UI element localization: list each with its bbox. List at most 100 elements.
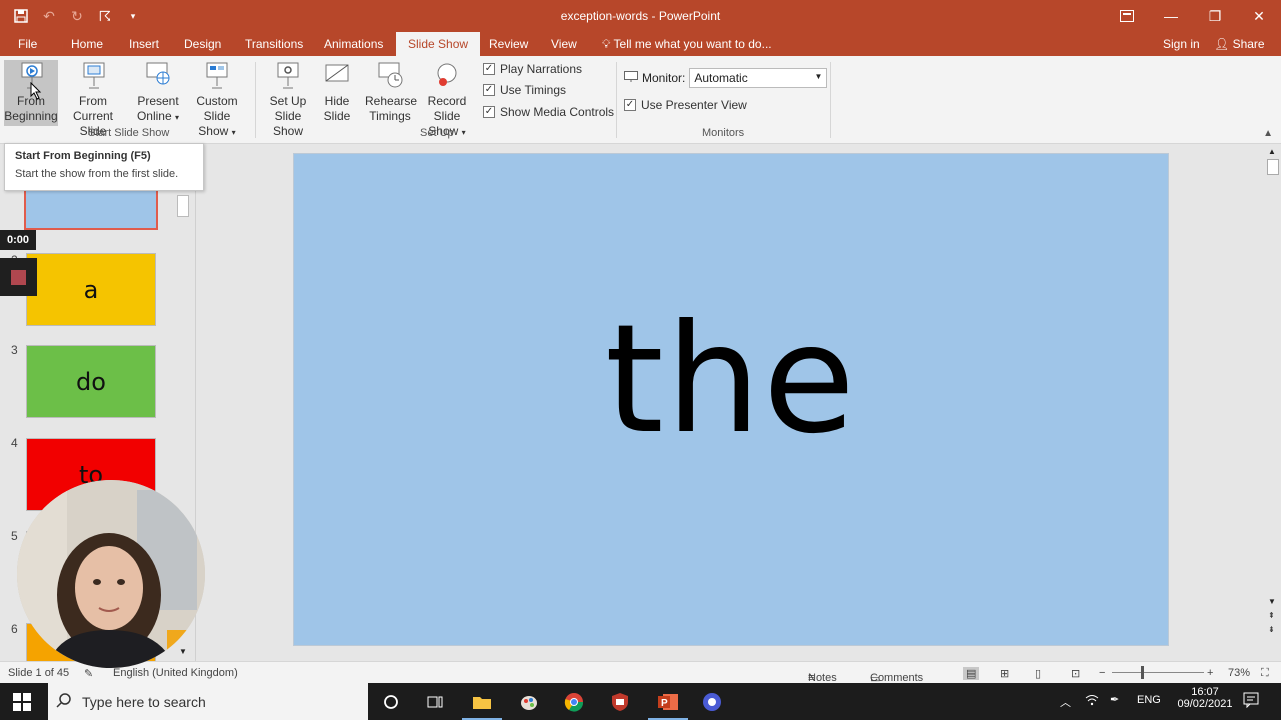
- slide-thumbnail-2[interactable]: a: [26, 253, 156, 326]
- search-icon: [56, 692, 72, 711]
- fit-to-window-icon[interactable]: ⛶: [1261, 667, 1269, 680]
- tab-insert[interactable]: Insert: [129, 37, 159, 51]
- next-slide-icon[interactable]: ⇟: [1268, 625, 1275, 634]
- present-online-icon: [146, 62, 170, 85]
- taskbar-search[interactable]: Type here to search: [48, 683, 368, 720]
- tooltip: Start From Beginning (F5) Start the show…: [4, 143, 204, 191]
- slide-canvas[interactable]: the: [293, 153, 1169, 646]
- slide-number: 6: [11, 622, 18, 636]
- collapse-ribbon-icon[interactable]: ▲: [1263, 128, 1273, 139]
- screen-recorder-icon[interactable]: [701, 691, 723, 713]
- monitor-selector: Monitor: Automatic ▼: [624, 68, 828, 88]
- tab-file[interactable]: File: [18, 37, 37, 51]
- powerpoint-icon[interactable]: P: [656, 691, 680, 713]
- zoom-in-icon[interactable]: +: [1207, 667, 1213, 679]
- tab-view[interactable]: View: [551, 37, 577, 51]
- ribbon-tabs: File Home Insert Design Transitions Anim…: [0, 32, 1281, 56]
- language-indicator[interactable]: English (United Kingdom): [113, 667, 238, 679]
- file-explorer-icon[interactable]: [471, 691, 493, 713]
- checkbox-checked-icon: ✓: [483, 106, 495, 118]
- clock[interactable]: 16:07 09/02/2021: [1177, 686, 1233, 710]
- play-narrations-checkbox[interactable]: ✓ Play Narrations: [483, 62, 582, 76]
- set-up-slide-show-button[interactable]: Set Up Slide Show: [260, 60, 316, 139]
- slide-scrollbar[interactable]: ▲ ▼ ⇞ ⇟: [1265, 145, 1281, 661]
- status-bar: Slide 1 of 45 ✎ English (United Kingdom)…: [0, 661, 1281, 685]
- present-online-button[interactable]: Present Online ▾: [134, 60, 182, 125]
- zoom-out-icon[interactable]: −: [1099, 667, 1105, 679]
- tab-design[interactable]: Design: [184, 37, 221, 51]
- svg-text:P: P: [661, 698, 668, 709]
- pen-icon[interactable]: ✒: [1110, 693, 1119, 706]
- start-slide-show-group-label: Start Slide Show: [88, 127, 170, 139]
- hide-slide-icon: [325, 64, 349, 82]
- restore-icon[interactable]: ❐: [1193, 0, 1237, 32]
- taskbar: Type here to search P ︿ ✒ ENG 16:07 09/0…: [0, 683, 1281, 720]
- tab-transitions[interactable]: Transitions: [245, 37, 303, 51]
- previous-slide-icon[interactable]: ⇞: [1268, 611, 1275, 620]
- monitor-dropdown[interactable]: Automatic ▼: [689, 68, 828, 88]
- person-icon: 👤︎: [1214, 37, 1230, 51]
- presenter-video-image: [17, 480, 205, 668]
- show-hidden-icons-icon[interactable]: ︿: [1060, 694, 1071, 710]
- checkbox-checked-icon: ✓: [483, 63, 495, 75]
- use-presenter-view-checkbox[interactable]: ✓ Use Presenter View: [624, 98, 747, 112]
- reading-view-icon[interactable]: ▯: [1035, 667, 1041, 680]
- minimize-icon[interactable]: —: [1149, 0, 1193, 32]
- zoom-slider[interactable]: [1112, 672, 1204, 673]
- group-divider: [830, 62, 831, 138]
- rehearse-timings-button[interactable]: Rehearse Timings: [365, 60, 417, 124]
- tab-review[interactable]: Review: [489, 37, 528, 51]
- custom-slide-show-icon: [206, 62, 228, 89]
- monitor-icon: [624, 70, 638, 86]
- record-slide-show-icon: [437, 63, 457, 86]
- hide-slide-button[interactable]: Hide Slide: [322, 60, 352, 124]
- stop-recording-button[interactable]: [0, 258, 37, 296]
- slide-word[interactable]: the: [605, 293, 857, 467]
- windows-start-icon[interactable]: [12, 692, 32, 712]
- custom-slide-show-button[interactable]: Custom Slide Show ▾: [183, 60, 251, 140]
- scroll-down-icon[interactable]: ▼: [179, 647, 187, 656]
- close-icon[interactable]: ✕: [1237, 0, 1281, 32]
- use-timings-checkbox[interactable]: ✓ Use Timings: [483, 83, 566, 97]
- tell-me-search[interactable]: 💡︎ Tell me what you want to do...: [602, 37, 772, 52]
- monitors-group-label: Monitors: [702, 127, 745, 139]
- lightbulb-icon: 💡︎: [602, 37, 611, 51]
- task-view-icon[interactable]: [424, 691, 446, 713]
- security-shield-icon[interactable]: [609, 691, 631, 713]
- slide-show-view-icon[interactable]: ⊡: [1071, 667, 1080, 680]
- cortana-icon[interactable]: [380, 691, 402, 713]
- window-controls: — ❐ ✕: [1105, 0, 1281, 32]
- ribbon-display-options-icon[interactable]: [1105, 0, 1149, 32]
- rehearse-timings-icon: [378, 62, 403, 88]
- notifications-icon[interactable]: [1243, 692, 1259, 711]
- scroll-down-icon[interactable]: ▼: [1268, 597, 1276, 606]
- zoom-level[interactable]: 73%: [1228, 667, 1250, 679]
- scroll-up-icon[interactable]: ▲: [1268, 147, 1276, 156]
- slide-sorter-icon[interactable]: ⊞: [1000, 667, 1009, 680]
- normal-view-icon[interactable]: ▤: [963, 667, 980, 680]
- checkbox-checked-icon: ✓: [624, 99, 636, 111]
- paint-icon[interactable]: [518, 691, 540, 713]
- tab-animations[interactable]: Animations: [324, 37, 383, 51]
- window-title: exception-words - PowerPoint: [560, 9, 721, 23]
- share-button[interactable]: 👤︎ Share: [1214, 37, 1265, 51]
- slide-number: 3: [11, 343, 18, 357]
- slide-number: 4: [11, 436, 18, 450]
- scrollbar-thumb[interactable]: [177, 195, 189, 217]
- mouse-cursor-icon: [30, 81, 42, 103]
- show-media-controls-checkbox[interactable]: ✓ Show Media Controls: [483, 105, 614, 119]
- sign-in-link[interactable]: Sign in: [1163, 37, 1200, 51]
- spelling-check-icon[interactable]: ✎: [84, 667, 93, 680]
- group-divider: [616, 62, 617, 138]
- chrome-icon[interactable]: [563, 691, 585, 713]
- language-indicator-tray[interactable]: ENG: [1137, 694, 1161, 706]
- tab-home[interactable]: Home: [71, 37, 103, 51]
- scrollbar-thumb[interactable]: [1267, 159, 1279, 175]
- slide-thumbnail-3[interactable]: do: [26, 345, 156, 418]
- zoom-slider-thumb[interactable]: [1141, 666, 1144, 679]
- dropdown-arrow-icon: ▾: [231, 128, 236, 137]
- wifi-icon[interactable]: [1085, 694, 1099, 709]
- tab-slide-show[interactable]: Slide Show: [396, 32, 481, 56]
- slide-counter: Slide 1 of 45: [8, 667, 70, 679]
- from-current-slide-icon: [83, 62, 105, 89]
